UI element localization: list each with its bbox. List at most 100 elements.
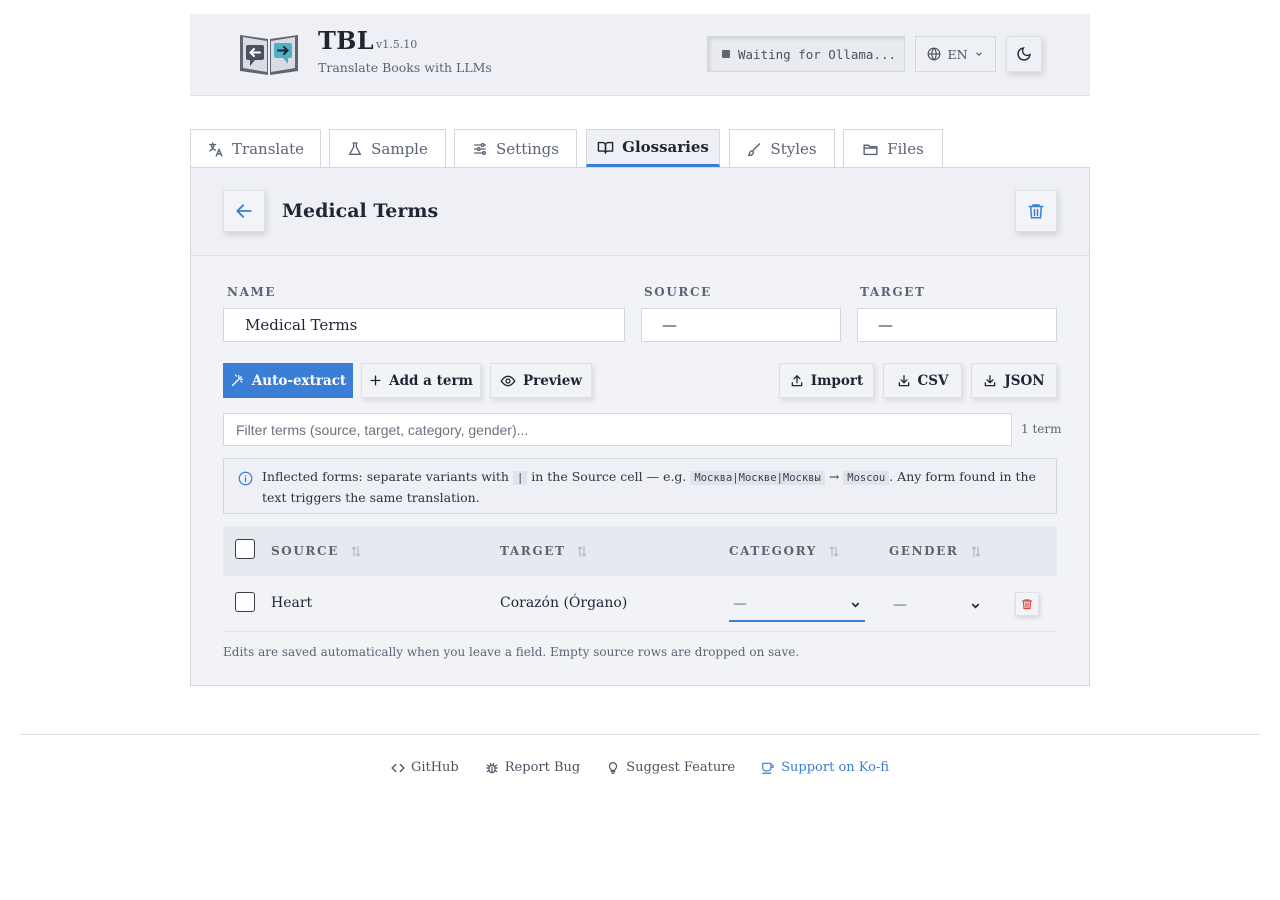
footer-divider: [20, 734, 1260, 735]
inflected-forms-info: Inflected forms: separate variants with …: [223, 458, 1057, 514]
chevron-down-icon: [974, 49, 984, 59]
connection-status: Waiting for Ollama...: [707, 36, 905, 72]
info-arrow: →: [828, 469, 840, 484]
github-link[interactable]: GitHub: [391, 760, 459, 775]
arrow-left-icon: [234, 201, 254, 221]
export-csv-button[interactable]: CSV: [883, 363, 962, 398]
footer-links: GitHub Report Bug Suggest Feature Suppor…: [0, 760, 1280, 775]
globe-icon: [927, 47, 941, 61]
row-select-checkbox[interactable]: [235, 592, 255, 612]
back-button[interactable]: [223, 190, 265, 232]
term-source-cell[interactable]: Heart: [271, 595, 312, 611]
term-target-cell[interactable]: Corazón (Órgano): [500, 595, 627, 611]
filter-terms-input[interactable]: Filter terms (source, target, category, …: [223, 413, 1012, 446]
gender-select[interactable]: —: [889, 588, 985, 622]
source-language-label: SOURCE: [644, 285, 712, 299]
tab-label: Glossaries: [622, 138, 709, 156]
info-prefix: Inflected forms: separate variants with: [262, 469, 509, 484]
translate-icon: [207, 141, 224, 158]
plus-icon: [369, 374, 382, 387]
support-kofi-link[interactable]: Support on Ko-fi: [761, 760, 889, 775]
trash-icon: [1027, 202, 1045, 220]
target-language-value: —: [878, 316, 893, 334]
chevron-down-icon: [970, 600, 981, 611]
suggest-feature-link[interactable]: Suggest Feature: [606, 760, 735, 775]
column-category[interactable]: CATEGORY: [729, 544, 839, 558]
tab-files[interactable]: Files: [843, 129, 943, 168]
link-label: Report Bug: [504, 760, 581, 775]
term-count: 1 term: [1021, 422, 1062, 436]
tab-settings[interactable]: Settings: [454, 129, 577, 168]
info-text: Inflected forms: separate variants with …: [262, 467, 1042, 507]
trash-icon: [1021, 598, 1033, 610]
link-label: GitHub: [410, 760, 459, 775]
book-icon: [597, 139, 614, 156]
source-language-value: —: [662, 316, 677, 334]
language-value: EN: [947, 46, 968, 62]
language-select[interactable]: EN: [915, 36, 996, 72]
book-translate-logo: [236, 29, 302, 79]
magic-wand-icon: [230, 373, 245, 388]
lightbulb-icon: [606, 761, 620, 775]
tab-label: Styles: [770, 140, 817, 158]
target-language-label: TARGET: [860, 285, 926, 299]
terms-table-header: SOURCE TARGET CATEGORY GENDER: [223, 526, 1057, 576]
name-field[interactable]: Medical Terms: [223, 308, 625, 342]
chevron-down-icon: [850, 599, 861, 610]
tab-label: Files: [887, 140, 924, 158]
tab-label: Sample: [371, 140, 428, 158]
preview-button[interactable]: Preview: [490, 363, 592, 398]
sort-icon: [577, 545, 587, 558]
export-csv-label: CSV: [917, 372, 949, 389]
add-term-label: Add a term: [389, 372, 473, 389]
tab-styles[interactable]: Styles: [729, 129, 835, 168]
sort-icon: [971, 545, 981, 558]
column-source[interactable]: SOURCE: [271, 544, 361, 558]
app-version: v1.5.10: [376, 38, 418, 51]
gender-value: —: [893, 597, 907, 613]
status-indicator-icon: [722, 50, 730, 58]
tab-label: Settings: [496, 140, 559, 158]
delete-glossary-button[interactable]: [1015, 190, 1057, 232]
add-term-button[interactable]: Add a term: [361, 363, 481, 398]
target-language-field[interactable]: —: [857, 308, 1057, 342]
source-language-field[interactable]: —: [641, 308, 841, 342]
tab-glossaries[interactable]: Glossaries: [586, 129, 720, 167]
report-bug-link[interactable]: Report Bug: [485, 760, 580, 775]
delete-term-button[interactable]: [1015, 592, 1039, 616]
name-value: Medical Terms: [245, 316, 358, 334]
app-subtitle: Translate Books with LLMs: [318, 60, 492, 75]
auto-extract-button[interactable]: Auto-extract: [223, 363, 353, 398]
tab-label: Translate: [231, 140, 305, 158]
download-icon: [897, 374, 911, 388]
tab-sample[interactable]: Sample: [329, 129, 446, 168]
tab-translate[interactable]: Translate: [190, 129, 321, 168]
status-text: Waiting for Ollama...: [738, 46, 897, 62]
brush-icon: [747, 142, 762, 157]
category-select[interactable]: —: [729, 588, 865, 622]
info-example-target: Moscou: [843, 471, 890, 485]
bug-icon: [485, 761, 499, 775]
upload-icon: [790, 374, 804, 388]
theme-toggle-button[interactable]: [1006, 36, 1042, 72]
code-icon: [391, 761, 405, 775]
select-all-checkbox[interactable]: [235, 539, 255, 559]
folder-icon: [862, 141, 879, 158]
flask-icon: [347, 141, 363, 157]
column-label: GENDER: [889, 544, 959, 558]
glossary-title: Medical Terms: [282, 200, 439, 222]
preview-label: Preview: [522, 372, 583, 389]
export-json-button[interactable]: JSON: [971, 363, 1057, 398]
table-row: Heart Corazón (Órgano) — —: [223, 576, 1057, 632]
moon-icon: [1016, 46, 1032, 62]
sort-icon: [351, 545, 361, 558]
info-middle: in the Source cell — e.g.: [531, 469, 687, 484]
sort-icon: [829, 545, 839, 558]
import-button[interactable]: Import: [779, 363, 874, 398]
info-icon: [238, 471, 253, 486]
column-target[interactable]: TARGET: [500, 544, 587, 558]
column-label: SOURCE: [271, 544, 339, 558]
column-gender[interactable]: GENDER: [889, 544, 981, 558]
import-label: Import: [810, 372, 864, 389]
column-label: TARGET: [500, 544, 566, 558]
